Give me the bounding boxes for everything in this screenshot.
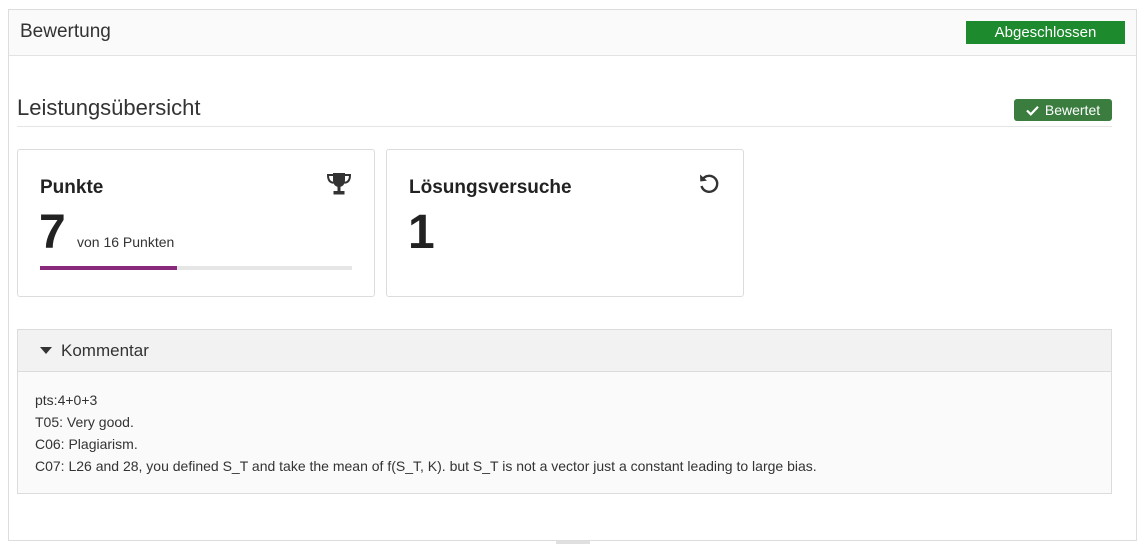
points-progress-bar	[40, 266, 352, 270]
attempts-value: 1	[408, 206, 435, 259]
overview-title: Leistungsübersicht	[17, 95, 201, 120]
points-card: Punkte 7 von 16 Punkten	[17, 149, 375, 297]
comment-header-label: Kommentar	[61, 341, 149, 360]
comment-line: T05: Very good.	[35, 414, 134, 430]
points-max-label: von 16 Punkten	[77, 234, 175, 250]
comment-line: C06: Plagiarism.	[35, 436, 138, 452]
trophy-icon	[326, 173, 352, 195]
graded-badge-label: Bewertet	[1044, 102, 1101, 118]
points-card-title: Punkte	[40, 177, 104, 198]
comment-section: Kommentar pts:4+0+3 T05: Very good. C06:…	[17, 329, 1112, 494]
attempts-card: Lösungsversuche 1	[386, 149, 744, 297]
panel-header: Bewertung Abgeschlossen	[9, 10, 1136, 56]
points-progress-fill	[40, 266, 177, 270]
points-value: 7	[39, 206, 66, 259]
status-button[interactable]: Abgeschlossen	[966, 21, 1125, 44]
comment-toggle[interactable]: Kommentar	[18, 330, 1111, 372]
attempts-card-title: Lösungsversuche	[409, 177, 572, 198]
graded-badge: Bewertet	[1014, 99, 1112, 121]
panel-title: Bewertung	[20, 21, 111, 42]
retry-icon	[700, 174, 719, 193]
overview-header: Leistungsübersicht Bewertet	[17, 95, 1112, 127]
caret-down-icon	[40, 347, 52, 354]
check-icon	[1026, 105, 1039, 116]
comment-line: C07: L26 and 28, you defined S_T and tak…	[35, 458, 817, 474]
comment-line: pts:4+0+3	[35, 392, 98, 408]
comment-body: pts:4+0+3 T05: Very good. C06: Plagiaris…	[18, 372, 1111, 477]
